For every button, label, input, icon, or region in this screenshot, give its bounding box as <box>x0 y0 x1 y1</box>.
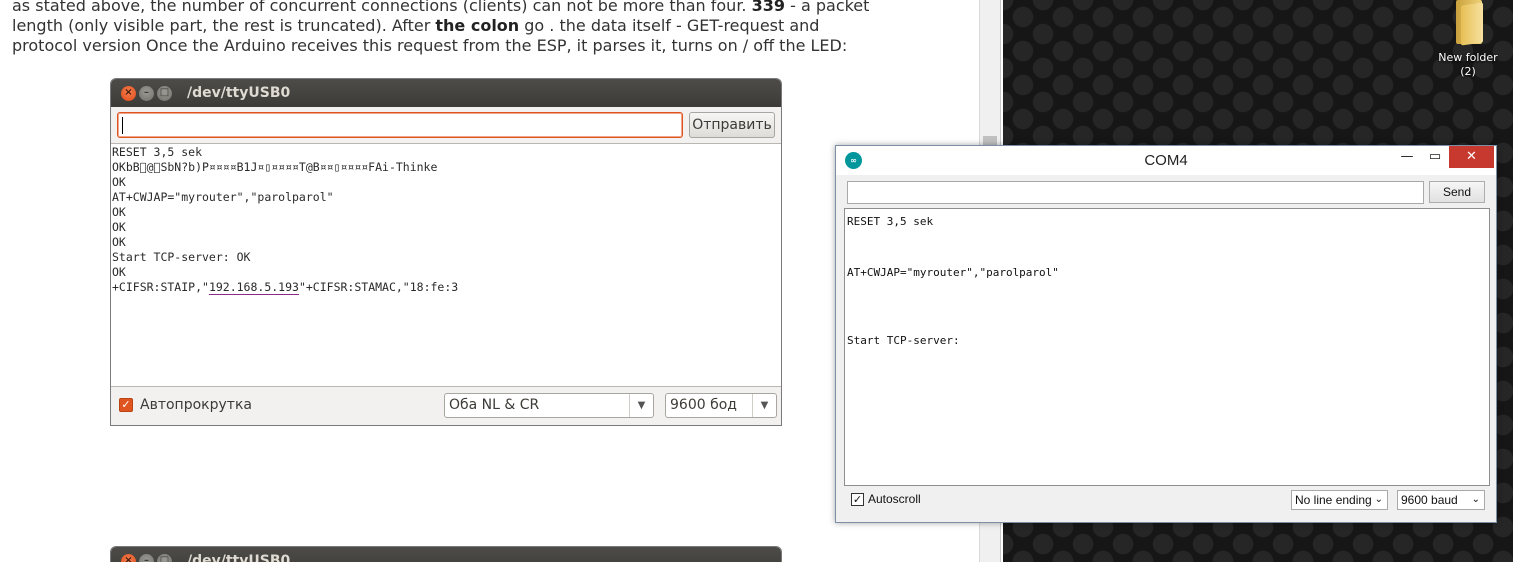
article-text: as stated above, the number of concurren… <box>12 0 912 56</box>
chevron-down-icon: ▼ <box>629 394 653 417</box>
close-icon[interactable]: × <box>121 85 136 101</box>
output-line: RESET 3,5 sek <box>112 145 203 159</box>
maximize-icon[interactable]: ▭ <box>1421 146 1449 168</box>
article-line-3: protocol version Once the Arduino receiv… <box>12 36 848 55</box>
serial-send-input[interactable] <box>847 181 1424 204</box>
windows-titlebar[interactable]: ∞ COM4 — ▭ ✕ <box>836 146 1496 175</box>
ubuntu-titlebar-2[interactable]: × – □ /dev/ttyUSB0 <box>111 547 781 562</box>
minimize-icon[interactable]: – <box>139 85 154 101</box>
close-icon[interactable]: ✕ <box>1449 146 1494 168</box>
output-line: OK <box>112 265 126 279</box>
chevron-down-icon: ▼ <box>752 394 776 417</box>
serial-output-area[interactable]: RESET 3,5 sek AT+CWJAP="myrouter","parol… <box>844 208 1490 486</box>
article-line-2: length (only visible part, the rest is t… <box>12 16 820 35</box>
minimize-icon[interactable]: — <box>1393 146 1421 168</box>
baud-rate-select[interactable]: 9600 бод ▼ <box>665 393 777 418</box>
ubuntu-toolbar: Отправить <box>111 107 781 143</box>
close-icon[interactable]: × <box>121 553 136 562</box>
serial-output-area[interactable]: RESET 3,5 sek OKbB @ SbN?b)P¤¤¤¤B1J¤▯¤¤¤¤… <box>111 143 781 387</box>
output-line: OK <box>112 235 126 249</box>
maximize-icon[interactable]: □ <box>157 553 172 562</box>
desktop-folder[interactable]: New folder (2) <box>1436 0 1500 79</box>
window-title: /dev/ttyUSB0 <box>187 85 291 101</box>
autoscroll-label: Автопрокрутка <box>140 397 252 413</box>
packet-length-number: 339 <box>751 0 786 15</box>
maximize-icon[interactable]: □ <box>157 85 172 101</box>
ubuntu-serial-monitor-window: × – □ /dev/ttyUSB0 Отправить RESET 3,5 s… <box>110 78 782 426</box>
folder-label: New folder (2) <box>1438 51 1498 78</box>
output-line: AT+CWJAP="myrouter","parolparol" <box>112 190 334 204</box>
folder-icon <box>1453 0 1483 46</box>
autoscroll-checkbox[interactable]: ✓ <box>851 493 864 506</box>
autoscroll-label: Autoscroll <box>868 492 921 506</box>
baud-rate-select[interactable]: 9600 baud ⌄ <box>1397 490 1485 510</box>
output-line: OK <box>112 175 126 189</box>
output-line: OK <box>112 220 126 234</box>
text-caret <box>122 117 123 134</box>
line-ending-select[interactable]: No line ending ⌄ <box>1291 490 1388 510</box>
arduino-serial-monitor-window: ∞ COM4 — ▭ ✕ Send RESET 3,5 sek AT+CWJAP… <box>835 145 1497 523</box>
serial-send-input[interactable] <box>117 112 683 138</box>
send-button[interactable]: Send <box>1429 181 1485 203</box>
article-line-1: as stated above, the number of concurren… <box>12 0 912 16</box>
arduino-body: Send RESET 3,5 sek AT+CWJAP="myrouter","… <box>836 175 1496 522</box>
ip-address: 192.168.5.193 <box>208 280 299 295</box>
send-button[interactable]: Отправить <box>689 112 775 138</box>
chevron-down-icon: ⌄ <box>1471 494 1480 505</box>
line-ending-select[interactable]: Оба NL & CR ▼ <box>444 393 654 418</box>
ubuntu-titlebar[interactable]: × – □ /dev/ttyUSB0 <box>111 79 781 107</box>
output-line: OKbB @ SbN?b)P¤¤¤¤B1J¤▯¤¤¤¤T@B¤¤▯¤¤¤¤FAi… <box>112 160 438 174</box>
output-line: OK <box>112 205 126 219</box>
autoscroll-checkbox[interactable]: ✓ <box>119 398 133 412</box>
output-line: Start TCP-server: OK <box>112 250 251 264</box>
window-title-2: /dev/ttyUSB0 <box>187 553 291 562</box>
output-line-cifsr: +CIFSR:STAIP,"192.168.5.193"+CIFSR:STAMA… <box>112 280 459 295</box>
ubuntu-serial-monitor-window-2: × – □ /dev/ttyUSB0 <box>110 546 782 562</box>
bold-colon-text: the colon <box>435 16 520 35</box>
minimize-icon[interactable]: – <box>139 553 154 562</box>
ubuntu-footer: ✓ Автопрокрутка Оба NL & CR ▼ 9600 бод ▼ <box>111 387 781 423</box>
chevron-down-icon: ⌄ <box>1374 494 1383 505</box>
